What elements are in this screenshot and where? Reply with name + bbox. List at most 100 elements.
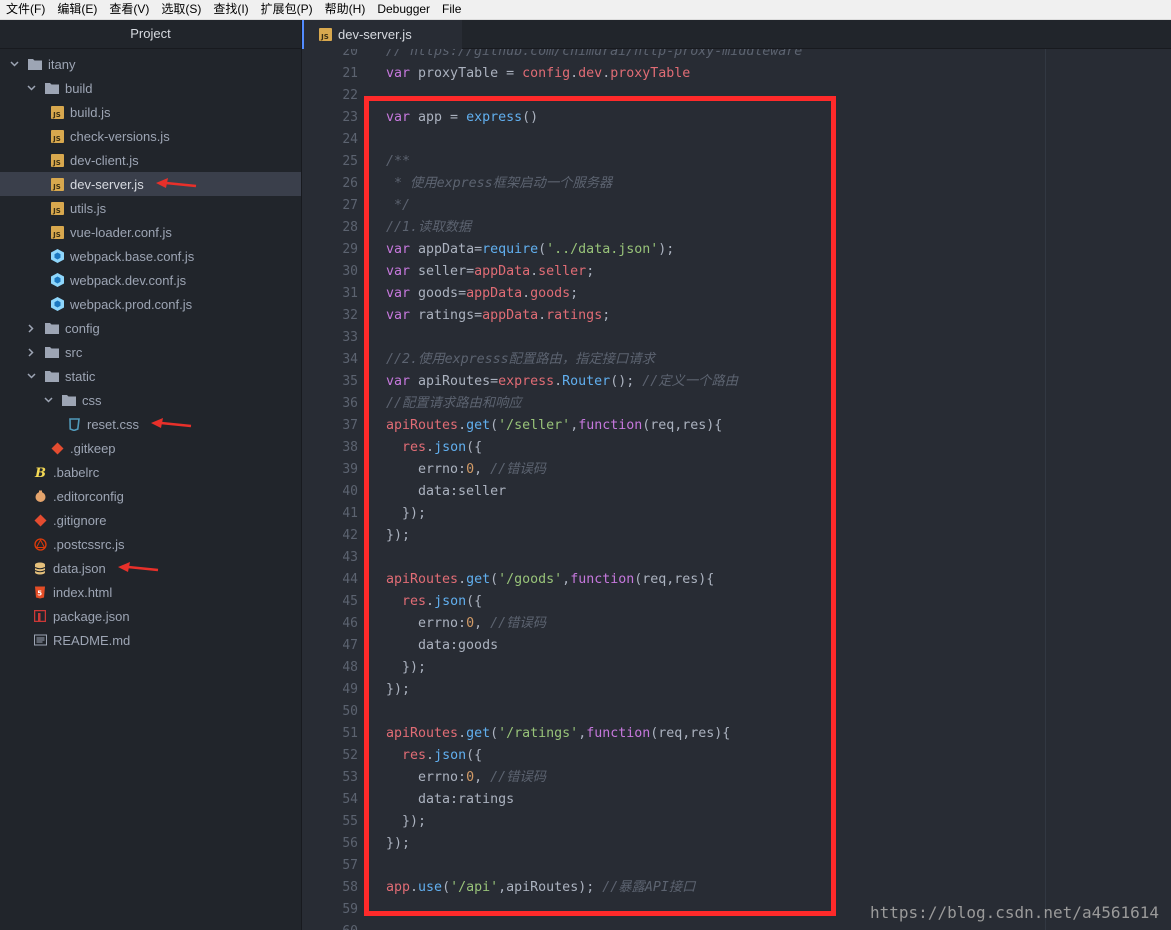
- code-token: });: [386, 682, 411, 697]
- code-token: use: [418, 880, 443, 895]
- menu-item[interactable]: File: [436, 0, 467, 19]
- code-token: 0: [466, 462, 475, 477]
- js-file-icon: JS: [50, 201, 64, 215]
- git-icon: [50, 441, 64, 455]
- tree-file[interactable]: package.json: [0, 604, 301, 628]
- code-token: .: [458, 572, 467, 587]
- chevron-right-icon[interactable]: [25, 322, 37, 334]
- code-token: ratings=: [410, 308, 483, 323]
- code-editor[interactable]: 20 21 22 23 24 25 26 27 28 29 30 31 32 33 34 35 36 37 38 39…: [302, 49, 1171, 930]
- tree-file[interactable]: JS utils.js: [0, 196, 301, 220]
- tab-dev-server[interactable]: JS dev-server.js: [302, 20, 462, 49]
- tree-folder[interactable]: build: [0, 76, 301, 100]
- red-arrow-annotation: [116, 561, 160, 575]
- tree-file[interactable]: .gitignore: [0, 508, 301, 532]
- code-line: var appData=require('../data.json');: [386, 239, 674, 261]
- tree-file[interactable]: .editorconfig: [0, 484, 301, 508]
- chevron-down-icon[interactable]: [42, 394, 54, 406]
- code-line: var apiRoutes=express.Router(); //定义一个路由: [386, 371, 738, 393]
- code-token: //1.读取数据: [386, 220, 472, 235]
- tree-item-label: config: [65, 320, 100, 336]
- code-line: errno:0, //错误码: [386, 459, 546, 481]
- code-token: ,: [562, 572, 571, 587]
- html-file-icon: 5: [33, 585, 47, 599]
- tree-folder[interactable]: static: [0, 364, 301, 388]
- code-token: .: [458, 418, 467, 433]
- code-token: var: [386, 264, 411, 279]
- line-number: 47: [342, 638, 358, 653]
- tree-file[interactable]: JS build.js: [0, 100, 301, 124]
- red-arrow-annotation: [149, 417, 193, 431]
- code-token: (req,res){: [634, 572, 715, 587]
- code-token: res: [402, 748, 427, 763]
- code-token: function: [570, 572, 635, 587]
- code-line: // https://github.com/chimurai/http-prox…: [386, 49, 802, 63]
- chevron-down-icon[interactable]: [25, 82, 37, 94]
- code-token: apiRoutes: [386, 418, 459, 433]
- tree-item-label: data.json: [53, 560, 106, 576]
- code-line: */: [386, 195, 410, 217]
- code-token: // https://github.com/chimurai/http-prox…: [386, 49, 803, 59]
- tree-file[interactable]: JS dev-client.js: [0, 148, 301, 172]
- menu-item[interactable]: 查找(I): [207, 0, 254, 19]
- code-line: });: [386, 525, 410, 547]
- folder-icon: [62, 393, 76, 407]
- code-line: res.json({: [386, 745, 482, 767]
- code-line: });: [386, 503, 426, 525]
- tree-file[interactable]: JS vue-loader.conf.js: [0, 220, 301, 244]
- chevron-right-icon[interactable]: [25, 346, 37, 358]
- tree-file[interactable]: data.json: [0, 556, 301, 580]
- code-token: app: [386, 880, 411, 895]
- code-token: json: [434, 594, 467, 609]
- menu-item[interactable]: 编辑(E): [51, 0, 103, 19]
- tree-file[interactable]: webpack.base.conf.js: [0, 244, 301, 268]
- tree-item-label: css: [82, 392, 102, 408]
- tree-item-label: package.json: [53, 608, 130, 624]
- editorconfig-icon: [33, 489, 47, 503]
- menu-item[interactable]: 扩展包(P): [255, 0, 319, 19]
- tree-file[interactable]: JS dev-server.js: [0, 172, 301, 196]
- code-token: app =: [410, 110, 467, 125]
- code-token: .: [426, 440, 435, 455]
- line-number: 48: [342, 660, 358, 675]
- tree-file[interactable]: reset.css: [0, 412, 301, 436]
- code-token: var: [386, 242, 411, 257]
- code-token: .: [410, 880, 419, 895]
- tree-file[interactable]: webpack.dev.conf.js: [0, 268, 301, 292]
- tree-item-label: itany: [48, 56, 76, 72]
- tree-file[interactable]: B .babelrc: [0, 460, 301, 484]
- tab-label: dev-server.js: [338, 27, 412, 42]
- code-token: ,: [474, 462, 491, 477]
- code-token: '/seller': [498, 418, 571, 433]
- tree-file[interactable]: webpack.prod.conf.js: [0, 292, 301, 316]
- code-token: .: [426, 594, 435, 609]
- menu-item[interactable]: 帮助(H): [319, 0, 372, 19]
- line-number: 20: [342, 49, 358, 59]
- code-token: );: [658, 242, 675, 257]
- tree-file[interactable]: JS check-versions.js: [0, 124, 301, 148]
- chevron-down-icon[interactable]: [25, 370, 37, 382]
- tree-item-label: webpack.dev.conf.js: [70, 272, 187, 288]
- code-token: apiRoutes: [386, 726, 459, 741]
- menu-item[interactable]: 选取(S): [155, 0, 207, 19]
- menu-item[interactable]: 文件(F): [0, 0, 51, 19]
- code-token: ,: [474, 616, 491, 631]
- tree-file[interactable]: .postcssrc.js: [0, 532, 301, 556]
- tree-file[interactable]: 5 index.html: [0, 580, 301, 604]
- code-token: apiRoutes: [386, 572, 459, 587]
- tree-folder[interactable]: css: [0, 388, 301, 412]
- tree-file[interactable]: .gitkeep: [0, 436, 301, 460]
- tree-folder[interactable]: src: [0, 340, 301, 364]
- tree-folder[interactable]: itany: [0, 52, 301, 76]
- line-number: 58: [342, 880, 358, 895]
- folder-icon: [45, 321, 59, 335]
- git-icon: [33, 513, 47, 527]
- menu-item[interactable]: Debugger: [371, 0, 436, 19]
- tree-file[interactable]: README.md: [0, 628, 301, 652]
- chevron-down-icon[interactable]: [8, 58, 20, 70]
- code-token: (: [490, 418, 499, 433]
- code-line: });: [386, 833, 410, 855]
- tree-folder[interactable]: config: [0, 316, 301, 340]
- webpack-icon: [50, 249, 64, 263]
- menu-item[interactable]: 查看(V): [103, 0, 155, 19]
